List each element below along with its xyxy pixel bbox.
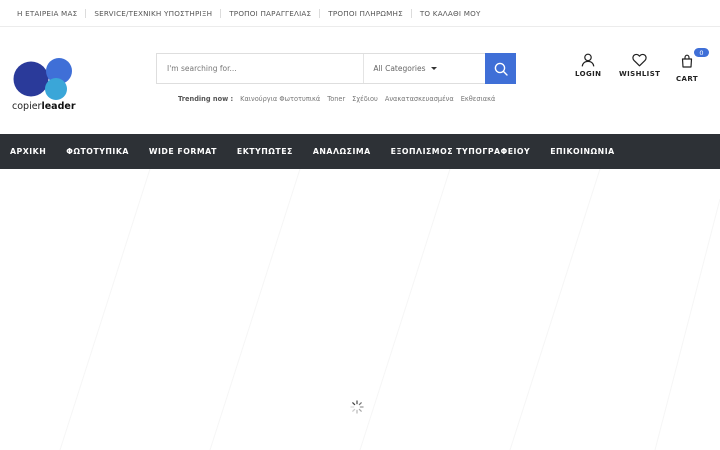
trending-item[interactable]: Εκθεσιακά [461, 95, 496, 103]
spinner-icon [350, 400, 364, 414]
main-content [0, 169, 720, 450]
logo-text-regular: copier [12, 101, 42, 112]
search-input[interactable] [157, 54, 364, 83]
site-header: copierleader All Categories Trending now… [0, 27, 720, 134]
top-link-payment[interactable]: ΤΡΟΠΟΙ ΠΛΗΡΩΜΗΣ [320, 8, 412, 18]
wishlist-label: WISHLIST [619, 70, 661, 78]
nav-item-wide-format[interactable]: WIDE FORMAT [139, 147, 227, 156]
trending-item[interactable]: Καινούργια Φωτοτυπικά [240, 95, 320, 103]
wishlist-button[interactable]: WISHLIST [619, 53, 660, 78]
cart-button[interactable]: 0 CART [676, 48, 709, 83]
trending-item[interactable]: Ανακατασκευασμένα [385, 95, 454, 103]
nav-item-consumables[interactable]: ΑΝΑΛΩΣΙΜΑ [303, 147, 381, 156]
login-button[interactable]: LOGIN [575, 53, 601, 78]
top-links-bar: Η ΕΤΑΙΡΕΙΑ ΜΑΣ SERVICE/ΤΕΧΝΙΚΗ ΥΠΟΣΤΗΡΙΞ… [0, 0, 720, 27]
search-icon [494, 62, 508, 76]
nav-item-printers[interactable]: ΕΚΤΥΠΩΤΕΣ [227, 147, 303, 156]
logo-wordmark: copierleader [12, 101, 76, 112]
nav-item-copiers[interactable]: ΦΩΤΟΤΥΠΙΚΑ [56, 147, 139, 156]
cart-label: CART [676, 75, 699, 83]
search-bar: All Categories [156, 53, 516, 84]
trending-searches: Trending now : Καινούργια Φωτοτυπικά Ton… [178, 95, 495, 103]
category-select[interactable]: All Categories [363, 54, 485, 83]
top-link-my-cart[interactable]: ΤΟ ΚΑΛΑΘΙ ΜΟΥ [412, 9, 489, 18]
user-icon [581, 53, 595, 67]
nav-item-home[interactable]: ΑΡΧΙΚΗ [0, 147, 56, 156]
cart-count-badge: 0 [694, 48, 709, 57]
logo-mark [13, 58, 72, 100]
main-navigation: ΑΡΧΙΚΗ ΦΩΤΟΤΥΠΙΚΑ WIDE FORMAT ΕΚΤΥΠΩΤΕΣ … [0, 134, 720, 169]
top-link-service[interactable]: SERVICE/ΤΕΧΝΙΚΗ ΥΠΟΣΤΗΡΙΞΗ [86, 8, 222, 18]
category-select-value: All Categories [373, 64, 426, 73]
site-logo[interactable]: copierleader [12, 58, 78, 114]
trending-item[interactable]: Toner [327, 95, 345, 103]
search-button[interactable] [485, 53, 516, 84]
heart-icon [632, 53, 647, 67]
nav-item-office-equipment[interactable]: ΕΞΟΠΛΙΣΜΟΣ ΤΥΠΟΓΡΑΦΕΙΟΥ [381, 147, 541, 156]
top-link-company[interactable]: Η ΕΤΑΙΡΕΙΑ ΜΑΣ [9, 8, 87, 18]
bag-icon [681, 54, 693, 68]
logo-text-bold: leader [41, 101, 76, 112]
nav-item-contact[interactable]: ΕΠΙΚΟΙΝΩΝΙΑ [540, 147, 624, 156]
trending-item[interactable]: Σχέδιου [352, 95, 378, 103]
login-label: LOGIN [575, 70, 602, 78]
trending-label: Trending now : [178, 95, 234, 103]
top-link-ordering[interactable]: ΤΡΟΠΟΙ ΠΑΡΑΓΓΕΛΙΑΣ [221, 8, 321, 18]
chevron-down-icon [431, 67, 438, 70]
